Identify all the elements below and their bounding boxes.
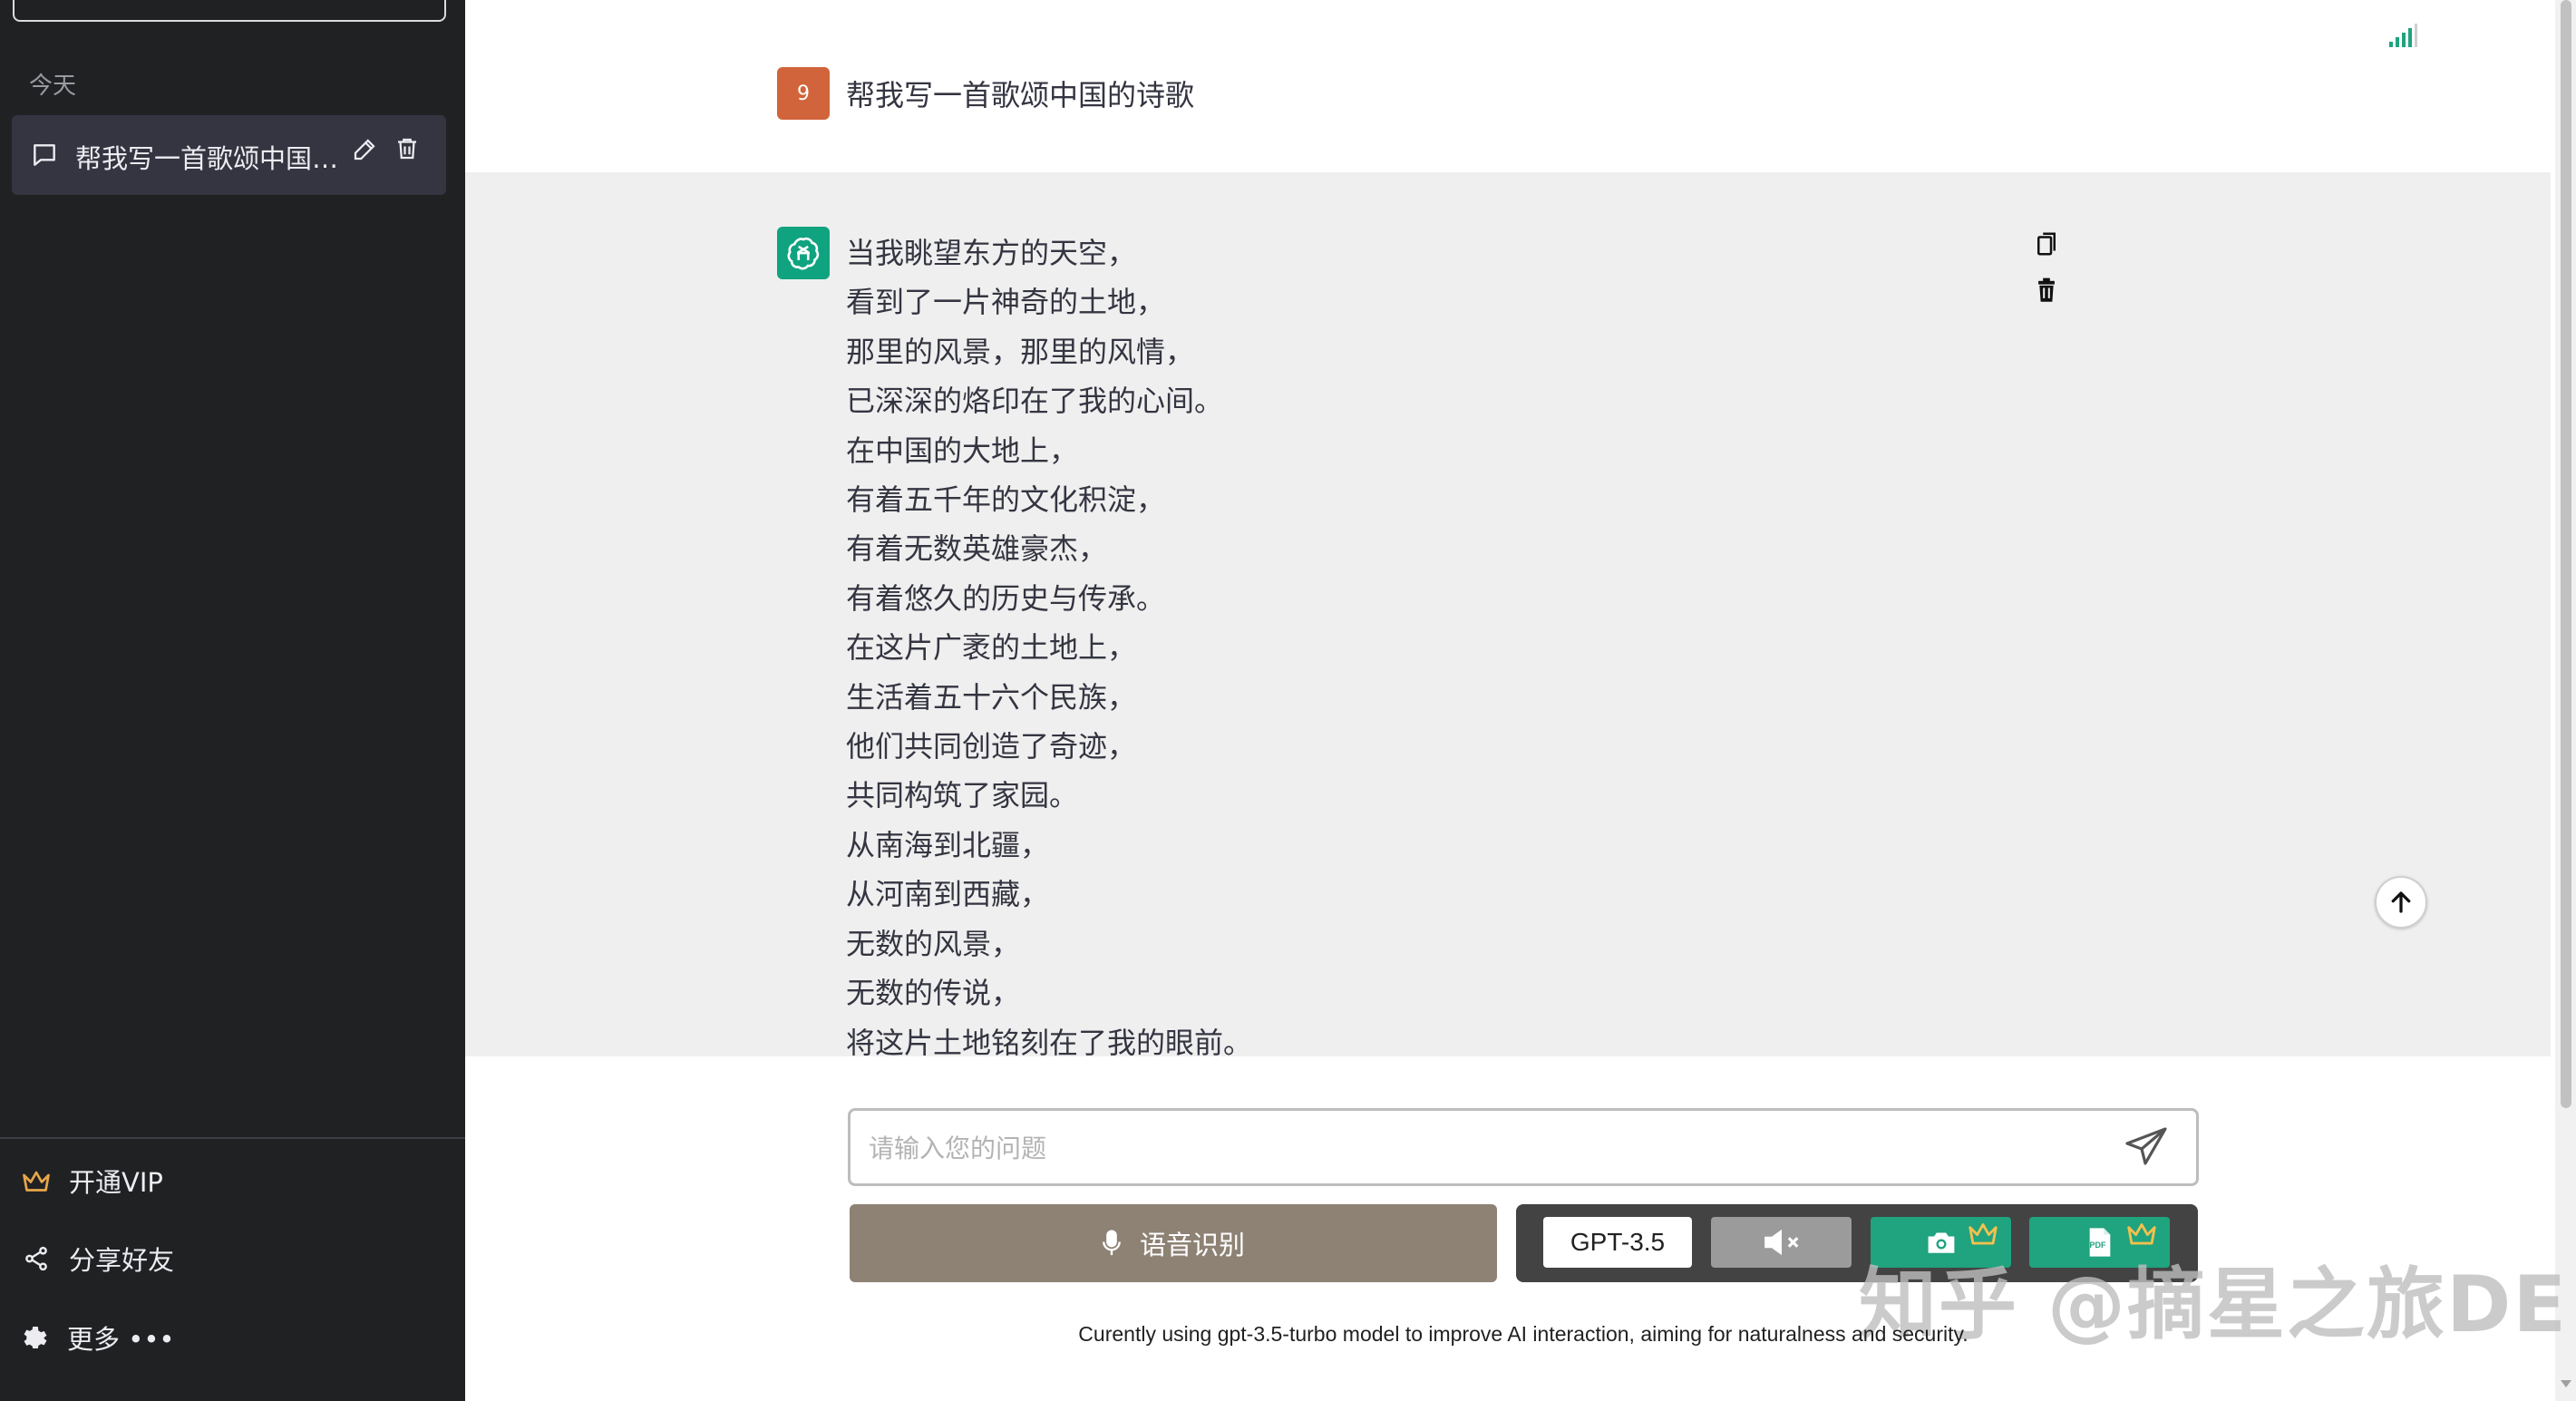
microphone-icon xyxy=(1102,1229,1122,1258)
pencil-icon[interactable] xyxy=(351,136,378,163)
user-avatar: 9 xyxy=(777,67,830,120)
assistant-message-line: 有着五千年的文化积淀， xyxy=(846,482,1166,518)
assistant-message-line: 看到了一片神奇的土地， xyxy=(846,285,1166,320)
assistant-message-line: 从河南到西藏， xyxy=(846,877,1050,912)
sidebar-item-more[interactable]: 更多 ••• xyxy=(20,1319,175,1356)
model-info-note: Curently using gpt-3.5-turbo model to im… xyxy=(1078,1322,1968,1346)
mute-button[interactable] xyxy=(1711,1217,1852,1268)
voice-recognition-button[interactable]: 语音识别 xyxy=(850,1204,1497,1282)
sidebar-conversation-item[interactable]: 帮我写一首歌颂中国的诗歌 xyxy=(12,115,446,195)
share-label: 分享好友 xyxy=(69,1245,175,1276)
mute-icon xyxy=(1762,1226,1802,1259)
scroll-to-top-button[interactable] xyxy=(2375,876,2427,929)
chat-input[interactable] xyxy=(867,1111,2122,1185)
share-icon xyxy=(20,1245,53,1272)
send-button[interactable] xyxy=(2120,1124,2174,1171)
assistant-message-text: 当我眺望东方的天空， 看到了一片神奇的土地， 那里的风景，那里的风情， 已深深的烙印在… xyxy=(846,229,1252,1067)
assistant-avatar xyxy=(777,227,830,279)
scrollbar-thumb[interactable] xyxy=(2561,0,2571,1108)
model-select-button[interactable]: GPT-3.5 xyxy=(1543,1217,1692,1268)
vip-label: 开通VIP xyxy=(69,1167,163,1198)
assistant-message-row xyxy=(465,172,2551,1056)
assistant-message-line: 从南海到北疆， xyxy=(846,827,1050,862)
trash-icon[interactable] xyxy=(394,135,421,162)
assistant-message-line: 在中国的大地上， xyxy=(846,433,1079,468)
assistant-message-line: 将这片土地铭刻在了我的眼前。 xyxy=(846,1025,1253,1060)
assistant-message-line: 已深深的烙印在了我的心间。 xyxy=(846,384,1224,419)
assistant-message-line: 有着悠久的历史与传承。 xyxy=(846,580,1166,616)
sidebar-divider xyxy=(0,1137,465,1139)
assistant-message-line: 无数的传说， xyxy=(846,976,1021,1011)
assistant-message-line: 生活着五十六个民族， xyxy=(846,679,1137,715)
assistant-message-line: 在这片广袤的土地上， xyxy=(846,630,1137,666)
arrow-up-icon xyxy=(2387,889,2415,916)
assistant-message-line: 当我眺望东方的天空， xyxy=(846,236,1137,270)
scroll-down-arrow[interactable] xyxy=(2559,1378,2573,1389)
copy-icon[interactable] xyxy=(2035,230,2058,258)
sidebar: 今天 帮我写一首歌颂中国的诗歌 开通VIP 分享好友 更多 ••• xyxy=(0,0,465,1401)
signal-icon xyxy=(2387,22,2418,49)
crown-icon xyxy=(20,1167,53,1194)
assistant-message-line: 他们共同创造了奇迹， xyxy=(846,729,1137,764)
sidebar-item-vip[interactable]: 开通VIP xyxy=(20,1163,163,1199)
sidebar-item-share[interactable]: 分享好友 xyxy=(20,1240,174,1277)
user-message-text: 帮我写一首歌颂中国的诗歌 xyxy=(846,78,1195,112)
more-label: 更多 ••• xyxy=(67,1324,175,1355)
send-icon xyxy=(2125,1127,2169,1167)
assistant-message-line: 那里的风景，那里的风情， xyxy=(846,334,1195,369)
trash-icon[interactable] xyxy=(2035,277,2058,303)
voice-label: 语音识别 xyxy=(1139,1230,1245,1260)
conversation-title: 帮我写一首歌颂中国的诗歌 xyxy=(75,143,347,174)
assistant-message-line: 无数的风景， xyxy=(846,926,1021,961)
chat-bubble-icon xyxy=(30,141,59,170)
new-chat-button[interactable] xyxy=(13,0,446,22)
section-label-today: 今天 xyxy=(29,73,77,100)
assistant-message-line: 有着无数英雄豪杰， xyxy=(846,531,1108,567)
gear-icon xyxy=(20,1322,51,1353)
assistant-message-line: 共同构筑了家园。 xyxy=(846,778,1079,813)
chat-input-container xyxy=(848,1108,2199,1186)
